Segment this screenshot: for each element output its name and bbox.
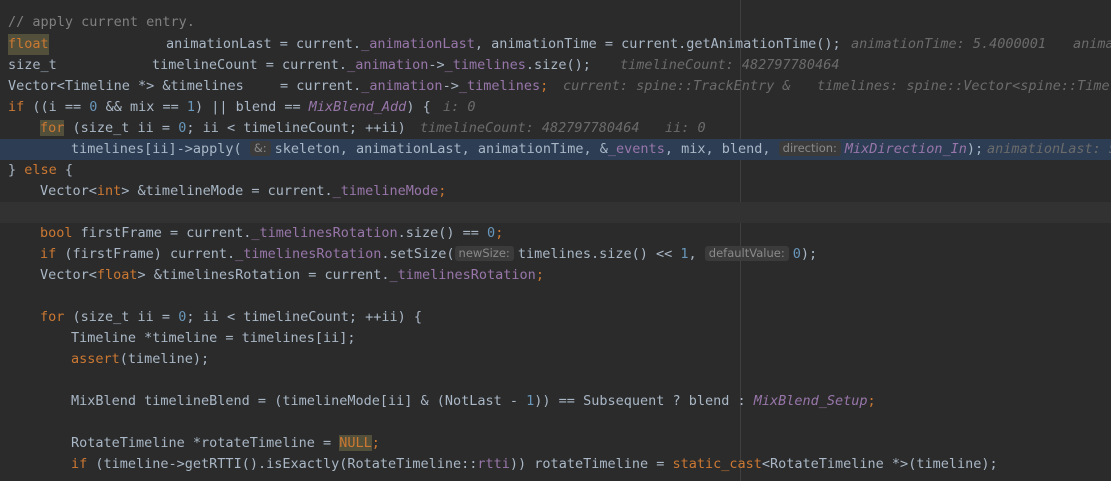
- param-hint-ref: &:: [249, 141, 271, 156]
- line-11-code: bool firstFrame = current._timelinesRota…: [40, 225, 504, 241]
- inline-hint-ii: ii: 0: [665, 120, 706, 136]
- param-hint-direction: direction:: [778, 141, 841, 156]
- inline-hint-current: current: spine::TrackEntry &: [563, 78, 791, 94]
- code-line-1[interactable]: // apply current entry.: [0, 12, 1111, 33]
- code-line-7-execution-point[interactable]: timelines[ii]->apply( &: skeleton, animat…: [0, 139, 1111, 160]
- code-line-9[interactable]: Vector<int> &timelineMode = current._tim…: [0, 181, 1111, 202]
- line-12-code: if (firstFrame) current._timelinesRotati…: [40, 246, 818, 262]
- inline-hint-animation-last-2: animationLast: 5: [987, 141, 1111, 157]
- line-9-code: Vector<int> &timelineMode = current._tim…: [40, 183, 447, 199]
- code-line-3[interactable]: size_t timelineCount = current._animatio…: [0, 55, 1111, 76]
- line-22-code: if (timeline->getRTTI().isExactly(Rotate…: [71, 456, 998, 472]
- line-3-code: timelineCount = current._animation->_tim…: [152, 57, 591, 73]
- inline-hint-timeline-count: timelineCount: 482797780464: [620, 57, 840, 73]
- code-line-22[interactable]: if (timeline->getRTTI().isExactly(Rotate…: [0, 454, 1111, 475]
- param-hint-new-size: newSize:: [454, 246, 514, 261]
- code-line-21[interactable]: RotateTimeline *rotateTimeline = NULL;: [0, 433, 1111, 454]
- code-line-5[interactable]: if ((i == 0 && mix == 1) || blend == Mix…: [0, 97, 1111, 118]
- code-line-2[interactable]: float animationLast = current._animation…: [0, 34, 1111, 55]
- line-6-code: for (size_t ii = 0; ii < timelineCount; …: [40, 120, 406, 136]
- code-line-4[interactable]: Vector<Timeline *> &timelines = current.…: [0, 76, 1111, 97]
- type-vector-timeline: Vector<Timeline *> &timelines: [8, 78, 244, 94]
- type-float: float: [8, 34, 49, 55]
- code-line-11[interactable]: bool firstFrame = current._timelinesRota…: [0, 223, 1111, 244]
- line-17-code: assert(timeline);: [71, 351, 210, 367]
- line-21-code: RotateTimeline *rotateTimeline = NULL;: [71, 435, 380, 451]
- code-line-8[interactable]: } else {: [0, 160, 1111, 181]
- line-16-code: Timeline *timeline = timelines[ii];: [71, 330, 356, 346]
- line-7-code: timelines[ii]->apply( &: skeleton, animat…: [71, 141, 984, 157]
- line-15-code: for (size_t ii = 0; ii < timelineCount; …: [40, 309, 423, 325]
- inline-hint-timelines: timelines: spine::Vector<spine::Timel: [817, 78, 1111, 94]
- code-editor[interactable]: // apply current entry. float animationL…: [0, 0, 1111, 481]
- line-19-code: MixBlend timelineBlend = (timelineMode[i…: [71, 393, 876, 409]
- code-line-17[interactable]: assert(timeline);: [0, 349, 1111, 370]
- null-macro: NULL: [339, 435, 372, 451]
- code-line-15[interactable]: for (size_t ii = 0; ii < timelineCount; …: [0, 307, 1111, 328]
- inline-hint-animation-last: anima: [1073, 36, 1111, 52]
- line-5-code: if ((i == 0 && mix == 1) || blend == Mix…: [8, 99, 431, 115]
- code-line-16[interactable]: Timeline *timeline = timelines[ii];: [0, 328, 1111, 349]
- code-line-19[interactable]: MixBlend timelineBlend = (timelineMode[i…: [0, 391, 1111, 412]
- comment: // apply current entry.: [8, 14, 195, 30]
- code-line-13[interactable]: Vector<float> &timelinesRotation = curre…: [0, 265, 1111, 286]
- param-hint-default-value: defaultValue:: [704, 246, 789, 261]
- inline-hint-timeline-count-2: timelineCount: 482797780464: [420, 120, 640, 136]
- line-8-code: } else {: [8, 162, 74, 178]
- inline-hint-i: i: 0: [443, 99, 476, 115]
- type-size-t: size_t: [8, 57, 57, 73]
- code-line-10-caret[interactable]: [0, 202, 1111, 223]
- code-line-6[interactable]: for (size_t ii = 0; ii < timelineCount; …: [0, 118, 1111, 139]
- inline-hint-animation-time: animationTime: 5.4000001: [851, 36, 1047, 52]
- line-13-code: Vector<float> &timelinesRotation = curre…: [40, 267, 544, 283]
- line-2-code: animationLast = current._animationLast, …: [166, 36, 841, 52]
- line-4-code: = current._animation->_timelines;: [280, 78, 549, 94]
- code-line-12[interactable]: if (firstFrame) current._timelinesRotati…: [0, 244, 1111, 265]
